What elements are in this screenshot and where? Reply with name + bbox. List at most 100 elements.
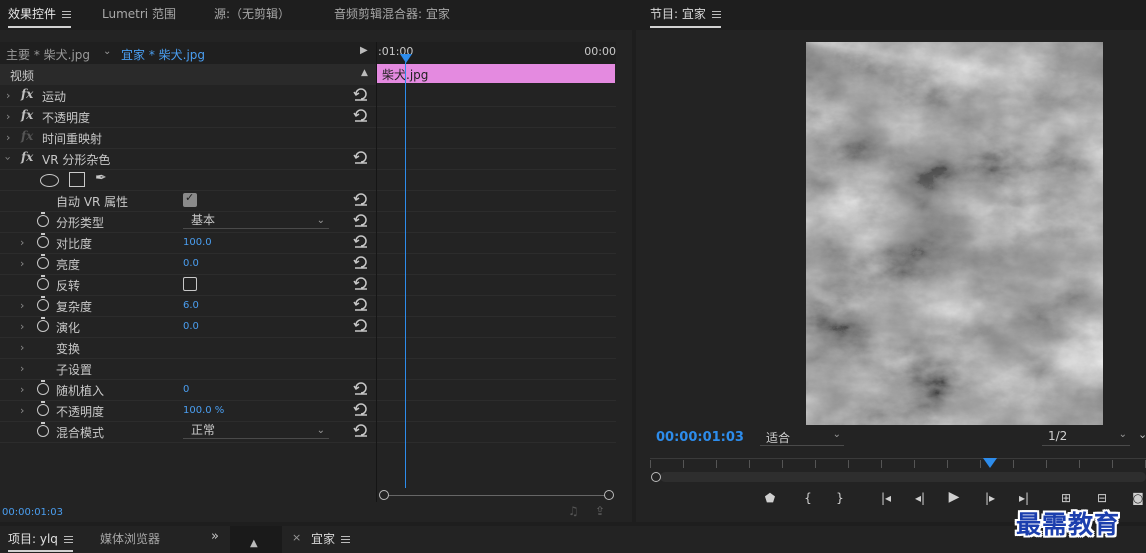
stopwatch-icon[interactable] — [37, 296, 49, 311]
twirl-param-opacity-icon[interactable]: › — [20, 404, 24, 417]
resolution-dropdown[interactable]: 1/2 ⌄ — [1042, 429, 1130, 446]
tab-timeline[interactable]: 宜家 — [311, 530, 351, 547]
effect-controls-timecode[interactable]: 00:00:01:03 — [2, 507, 63, 518]
brightness-value[interactable]: 0.0 — [183, 258, 199, 269]
auto-vr-checkbox[interactable] — [183, 191, 197, 207]
reset-icon[interactable] — [353, 402, 369, 416]
go-to-out-icon[interactable]: ▸| — [1014, 491, 1034, 505]
extract-icon[interactable]: ⊟ — [1092, 491, 1112, 505]
stopwatch-icon[interactable] — [37, 212, 49, 227]
playhead-marker-icon[interactable] — [400, 54, 412, 63]
effect-row-motion[interactable]: › fx 运动 — [0, 85, 616, 107]
stopwatch-icon[interactable] — [37, 317, 49, 332]
contrast-value[interactable]: 100.0 — [183, 237, 212, 248]
program-zoom-bar[interactable] — [660, 472, 1146, 482]
clip-bar[interactable]: 柴犬.jpg — [377, 64, 615, 83]
panel-menu-icon[interactable] — [341, 535, 351, 544]
timeline-zoom-scrollbar[interactable] — [383, 495, 609, 496]
tab-audio-clip-mixer[interactable]: 音频剪辑混合器: 宜家 — [334, 0, 450, 30]
twirl-evolution-icon[interactable]: › — [20, 320, 24, 333]
panel-menu-icon[interactable] — [711, 10, 721, 19]
zoom-handle-left-icon[interactable] — [651, 472, 661, 482]
twirl-sub-settings-icon[interactable]: › — [20, 362, 24, 375]
add-marker-icon[interactable]: ⬟ — [760, 491, 780, 505]
tab-media-browser[interactable]: 媒体浏览器 — [100, 530, 160, 547]
program-video-frame[interactable] — [806, 42, 1103, 425]
twirl-opacity-icon[interactable]: › — [6, 110, 10, 123]
column-divider[interactable] — [376, 42, 377, 502]
reset-icon[interactable] — [353, 87, 369, 101]
twirl-transform-icon[interactable]: › — [20, 341, 24, 354]
reset-icon[interactable] — [353, 276, 369, 290]
twirl-vr-fractal-icon[interactable]: › — [2, 156, 15, 160]
rectangle-mask-icon[interactable] — [69, 172, 85, 187]
play-icon[interactable]: ▶ — [944, 489, 964, 505]
twirl-contrast-icon[interactable]: › — [20, 236, 24, 249]
effect-row-opacity[interactable]: › fx 不透明度 — [0, 106, 616, 128]
tab-project[interactable]: 项目: ylq — [8, 530, 73, 552]
stopwatch-icon[interactable] — [37, 401, 49, 416]
program-timecode[interactable]: 00:00:01:03 — [656, 430, 744, 445]
mini-timeline-ruler[interactable]: :01:00 00:00 — [376, 42, 616, 64]
collapse-up-icon[interactable]: ▲ — [361, 68, 368, 78]
effect-row-time-remap[interactable]: › fx 时间重映射 — [0, 127, 616, 149]
stopwatch-icon[interactable] — [37, 422, 49, 437]
tab-source[interactable]: 源:（无剪辑） — [214, 0, 290, 30]
mark-out-icon[interactable]: } — [830, 491, 850, 505]
fractal-type-dropdown[interactable]: 基本 ⌄ — [183, 213, 329, 229]
export-frame-icon[interactable]: ⇪ — [595, 504, 605, 518]
export-frame-camera-icon[interactable]: ◙ — [1128, 491, 1146, 505]
random-seed-value[interactable]: 0 — [183, 384, 189, 395]
source-clip-label[interactable]: 主要 * 柴犬.jpg — [6, 46, 90, 63]
lift-icon[interactable]: ⊞ — [1056, 491, 1076, 505]
zoom-handle-right-icon[interactable] — [604, 490, 614, 500]
playhead-line[interactable] — [405, 54, 406, 488]
tab-effect-controls[interactable]: 效果控件 — [8, 0, 72, 30]
fit-dropdown[interactable]: 适合 ⌄ — [760, 429, 844, 446]
expand-timeline-arrow-icon[interactable]: ▶ — [360, 45, 368, 56]
reset-icon[interactable] — [353, 255, 369, 269]
reset-icon[interactable] — [353, 423, 369, 437]
stopwatch-icon[interactable] — [37, 380, 49, 395]
reset-icon[interactable] — [353, 297, 369, 311]
twirl-time-remap-icon[interactable]: › — [6, 131, 10, 144]
fx-badge-icon[interactable]: fx — [21, 150, 33, 164]
twirl-brightness-icon[interactable]: › — [20, 257, 24, 270]
sequence-dropdown-chevron-icon[interactable]: ⌄ — [103, 46, 111, 57]
pen-mask-icon[interactable]: ✒ — [95, 170, 107, 186]
fx-badge-icon[interactable]: fx — [21, 108, 33, 122]
reset-icon[interactable] — [353, 192, 369, 206]
complexity-value[interactable]: 6.0 — [183, 300, 199, 311]
reset-icon[interactable] — [353, 318, 369, 332]
wrench-settings-icon[interactable]: ⌄ — [1138, 428, 1146, 441]
effect-row-vr-fractal[interactable]: › fx VR 分形杂色 — [0, 148, 616, 170]
mark-in-icon[interactable]: { — [798, 491, 818, 505]
twirl-motion-icon[interactable]: › — [6, 89, 10, 102]
tab-lumetri-scopes[interactable]: Lumetri 范围 — [102, 0, 176, 30]
stopwatch-icon[interactable] — [37, 275, 49, 290]
reset-icon[interactable] — [353, 234, 369, 248]
step-forward-icon[interactable]: |▸ — [980, 491, 1000, 505]
reset-icon[interactable] — [353, 213, 369, 227]
fx-badge-icon[interactable]: fx — [21, 87, 33, 101]
ellipse-mask-icon[interactable] — [40, 174, 59, 187]
stopwatch-icon[interactable] — [37, 233, 49, 248]
panel-menu-icon[interactable] — [63, 535, 73, 544]
program-playhead-icon[interactable] — [983, 458, 997, 468]
tab-program-monitor[interactable]: 节目: 宜家 — [650, 0, 721, 30]
reset-icon[interactable] — [353, 108, 369, 122]
sequence-clip-label[interactable]: 宜家 * 柴犬.jpg — [121, 46, 205, 63]
invert-checkbox[interactable] — [183, 277, 197, 291]
audio-only-icon[interactable]: ♫ — [568, 504, 579, 518]
panel-menu-icon[interactable] — [62, 10, 72, 19]
twirl-random-seed-icon[interactable]: › — [20, 383, 24, 396]
param-row-transform[interactable]: › 变换 — [0, 337, 616, 359]
twirl-complexity-icon[interactable]: › — [20, 299, 24, 312]
param-opacity-value[interactable]: 100.0 % — [183, 405, 224, 416]
more-tabs-icon[interactable]: » — [211, 529, 219, 544]
evolution-value[interactable]: 0.0 — [183, 321, 199, 332]
reset-icon[interactable] — [353, 150, 369, 164]
go-to-in-icon[interactable]: |◂ — [876, 491, 896, 505]
close-tab-icon[interactable]: × — [292, 531, 301, 544]
param-row-sub-settings[interactable]: › 子设置 — [0, 358, 616, 380]
